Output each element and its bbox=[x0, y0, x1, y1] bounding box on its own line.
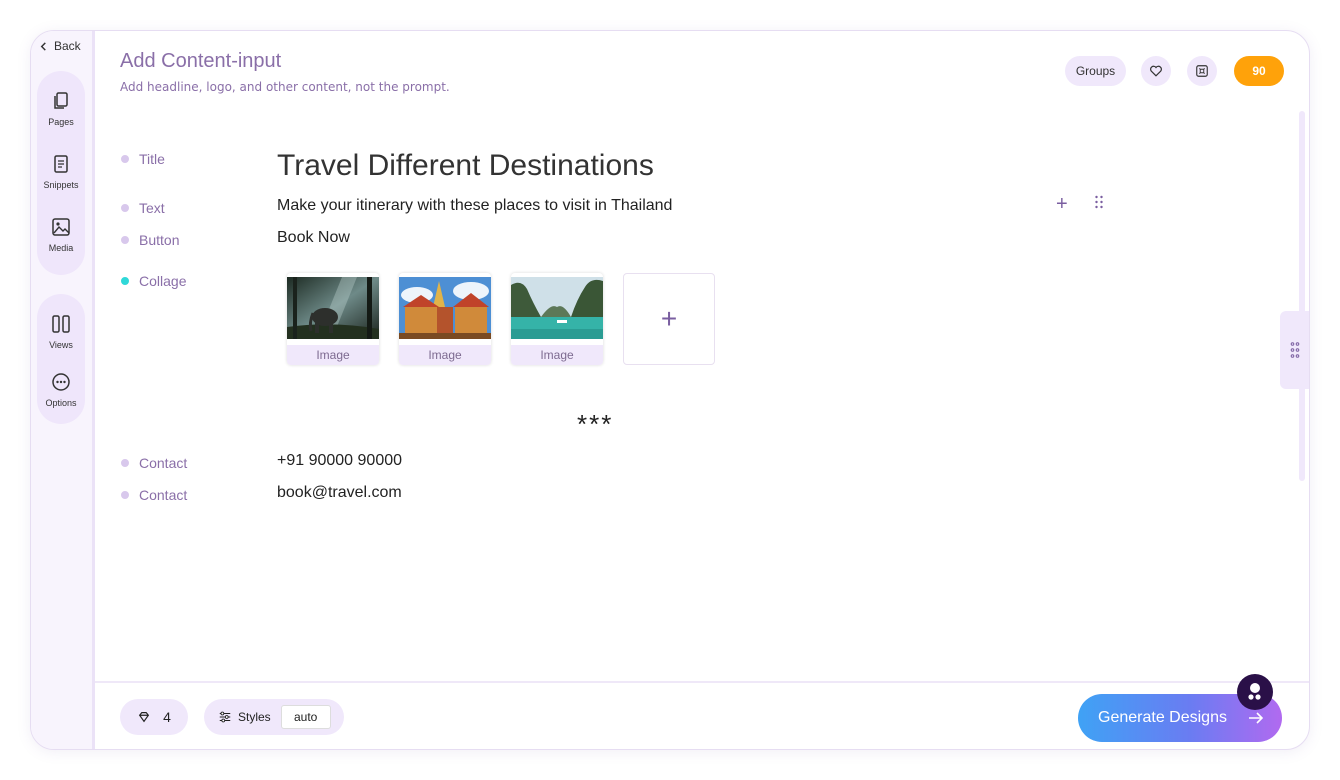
sidebar-item-label: Media bbox=[48, 243, 74, 253]
email-field[interactable]: book@travel.com bbox=[277, 484, 402, 502]
page-title: Add Content-input bbox=[120, 50, 282, 72]
options-icon bbox=[52, 373, 70, 391]
command-key-icon bbox=[1196, 65, 1208, 77]
views-icon bbox=[52, 315, 70, 333]
elephant-jungle-image bbox=[287, 277, 379, 339]
row-dot bbox=[121, 155, 129, 163]
drag-handle-icon bbox=[1290, 342, 1300, 358]
tropical-bay-image bbox=[511, 277, 603, 339]
row-label-contact-email: Contact bbox=[121, 487, 187, 503]
styles-selector[interactable]: Styles auto bbox=[204, 699, 344, 735]
title-field[interactable]: Travel Different Destinations bbox=[277, 149, 654, 183]
row-label-text-row: Text bbox=[121, 200, 165, 216]
sidebar-item-options[interactable]: Options bbox=[37, 372, 85, 408]
row-label-text: Text bbox=[139, 200, 165, 216]
row-label-title: Title bbox=[121, 151, 165, 167]
row-label-text: Contact bbox=[139, 455, 188, 471]
collage-image-elephant[interactable]: Image bbox=[287, 273, 379, 365]
back-button[interactable]: Back bbox=[39, 39, 81, 53]
row-dot bbox=[121, 459, 129, 467]
row-label-text: Title bbox=[139, 151, 165, 167]
thai-temple-image bbox=[399, 277, 491, 339]
text-field[interactable]: Make your itinerary with these places to… bbox=[277, 197, 672, 215]
sidebar: Back Pages Snippets Media Views Options bbox=[31, 31, 95, 749]
collage-image-temple[interactable]: Image bbox=[399, 273, 491, 365]
assistant-icon bbox=[1248, 683, 1261, 700]
add-image-button[interactable]: + bbox=[623, 273, 715, 365]
row-label-collage: Collage bbox=[121, 273, 186, 289]
shortcut-button[interactable] bbox=[1187, 56, 1217, 86]
back-label: Back bbox=[54, 39, 81, 53]
image-caption: Image bbox=[399, 345, 491, 365]
row-label-text: Button bbox=[139, 232, 180, 248]
image-caption: Image bbox=[287, 345, 379, 365]
collage: Image Image Image + bbox=[287, 273, 715, 365]
sidebar-item-label: Snippets bbox=[43, 180, 79, 190]
generate-label: Generate Designs bbox=[1098, 709, 1227, 726]
collage-image-bay[interactable]: Image bbox=[511, 273, 603, 365]
drag-handle-icon[interactable] bbox=[1094, 195, 1104, 209]
row-dot-active bbox=[121, 277, 129, 285]
button-text-field[interactable]: Book Now bbox=[277, 229, 350, 247]
sidebar-item-pages[interactable]: Pages bbox=[37, 91, 85, 127]
app-window: Back Pages Snippets Media Views Options … bbox=[30, 30, 1310, 750]
favorite-button[interactable] bbox=[1141, 56, 1171, 86]
credits-badge: 90 bbox=[1234, 56, 1284, 86]
arrow-right-icon bbox=[1249, 712, 1264, 724]
row-label-text: Collage bbox=[139, 273, 187, 289]
sidebar-item-label: Pages bbox=[48, 117, 74, 127]
side-panel-handle[interactable] bbox=[1280, 311, 1309, 389]
sidebar-item-label: Views bbox=[49, 340, 73, 350]
vertical-scrollbar[interactable] bbox=[1299, 111, 1305, 481]
row-dot bbox=[121, 491, 129, 499]
snippets-icon bbox=[54, 155, 68, 173]
row-dot bbox=[121, 204, 129, 212]
sidebar-item-views[interactable]: Views bbox=[37, 314, 85, 350]
image-caption: Image bbox=[511, 345, 603, 365]
page-subtitle: Add headline, logo, and other content, n… bbox=[120, 80, 450, 94]
row-label-button: Button bbox=[121, 232, 179, 248]
add-row-button[interactable]: + bbox=[1056, 193, 1068, 216]
chevron-left-icon bbox=[40, 41, 46, 51]
groups-button[interactable]: Groups bbox=[1065, 56, 1126, 86]
row-label-contact-phone: Contact bbox=[121, 455, 187, 471]
row-dot bbox=[121, 236, 129, 244]
media-icon bbox=[52, 218, 70, 236]
assistant-button[interactable] bbox=[1237, 674, 1273, 710]
sidebar-item-snippets[interactable]: Snippets bbox=[37, 154, 85, 190]
row-label-text: Contact bbox=[139, 487, 188, 503]
styles-label: Styles bbox=[238, 710, 271, 724]
gems-count: 4 bbox=[163, 709, 171, 725]
footer-bar: 4 Styles auto Generate Designs bbox=[95, 681, 1309, 749]
section-divider: *** bbox=[577, 409, 614, 439]
styles-value-select[interactable]: auto bbox=[280, 705, 331, 729]
phone-field[interactable]: +91 90000 90000 bbox=[277, 452, 402, 470]
pages-icon bbox=[54, 92, 68, 109]
sliders-icon bbox=[219, 711, 231, 723]
sidebar-item-label: Options bbox=[45, 398, 77, 408]
diamond-icon bbox=[139, 712, 150, 723]
gems-counter[interactable]: 4 bbox=[120, 699, 188, 735]
sidebar-item-media[interactable]: Media bbox=[37, 217, 85, 253]
heart-icon bbox=[1150, 65, 1162, 77]
